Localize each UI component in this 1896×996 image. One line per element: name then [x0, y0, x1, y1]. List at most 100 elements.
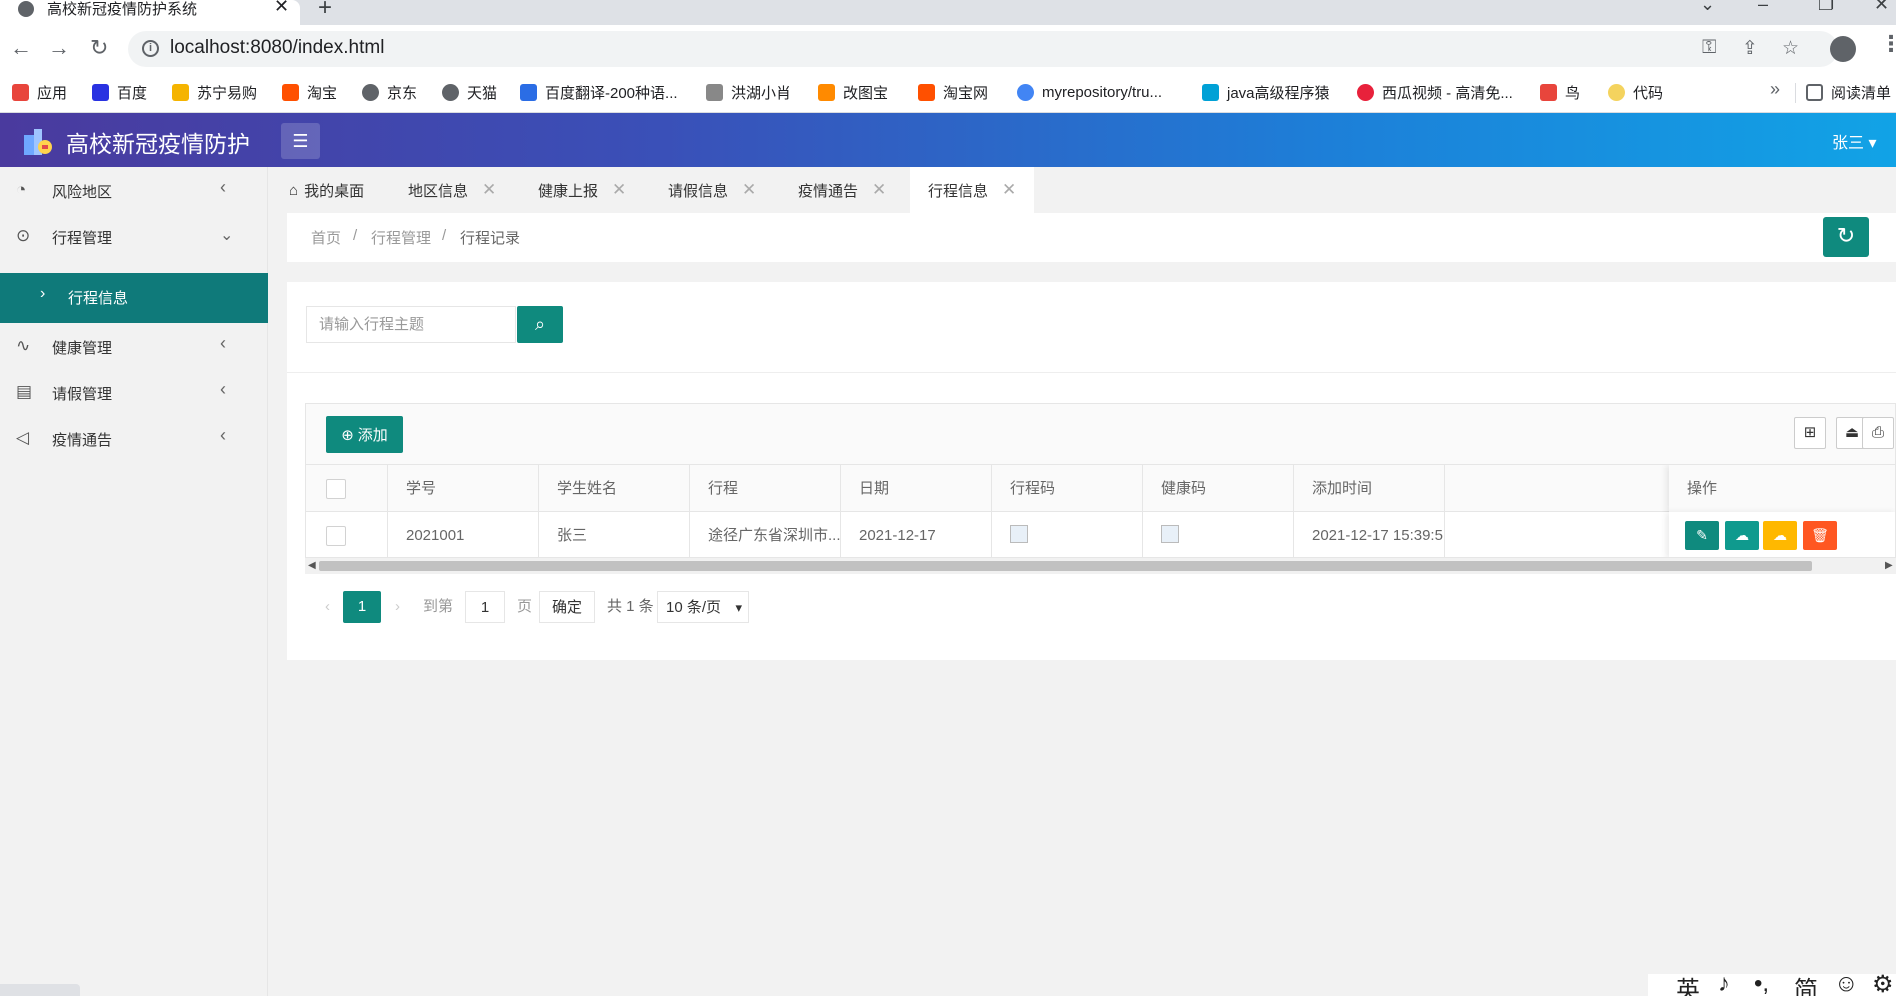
broken-image-icon [1010, 525, 1028, 544]
profile-icon[interactable] [1830, 36, 1856, 62]
sidebar-item-trip-management[interactable]: ⊙ 行程管理 ⌄ [0, 213, 268, 259]
window-close-icon[interactable]: ✕ [1874, 0, 1889, 15]
reload-icon[interactable]: ↻ [90, 35, 108, 61]
tab-desktop[interactable]: ⌂ 我的桌面 [289, 167, 364, 213]
delete-icon[interactable]: 🗑 [1803, 521, 1837, 550]
row-checkbox[interactable] [326, 526, 346, 546]
bookmark-item[interactable]: 淘宝 [282, 81, 337, 103]
sidebar-item-health-management[interactable]: ∿ 健康管理 ‹ [0, 323, 268, 369]
bookmark-item[interactable]: 鸟 [1540, 81, 1580, 103]
scroll-right-icon[interactable]: ▶ [1885, 558, 1893, 574]
cloud-upload-icon[interactable]: ☁ [1763, 521, 1797, 550]
goto-confirm-button[interactable]: 确定 [539, 591, 595, 623]
chevron-left-icon: ‹ [220, 177, 226, 197]
next-page-icon[interactable]: › [395, 591, 400, 623]
menu-toggle-button[interactable]: ☰ [281, 123, 320, 159]
ime-language[interactable]: 英 [1676, 974, 1700, 996]
bookmark-item[interactable]: 百度翻译-200种语... [520, 81, 678, 103]
new-tab-button[interactable]: + [318, 0, 332, 22]
sidebar-subitem-trip-info[interactable]: › 行程信息 [0, 273, 268, 323]
ime-settings-icon[interactable]: ⚙ [1872, 974, 1894, 996]
edit-icon[interactable]: ✎ [1685, 521, 1719, 550]
columns-filter-icon[interactable]: ⊞ [1794, 417, 1826, 449]
page-size-select[interactable]: 10 条/页 ▾ [657, 591, 749, 623]
column-header[interactable]: 行程 [690, 465, 841, 512]
column-header[interactable]: 学号 [388, 465, 539, 512]
bookmark-item[interactable]: myrepository/tru... [1017, 81, 1162, 103]
breadcrumb-home[interactable]: 首页 [311, 227, 341, 248]
add-button[interactable]: ⊕ 添加 [326, 416, 403, 453]
sidebar-item-label: 健康管理 [52, 340, 113, 357]
user-menu[interactable]: 张三 ▾ [1832, 129, 1876, 153]
bookmark-item[interactable]: java高级程序猿 [1202, 81, 1330, 103]
forward-icon[interactable]: → [48, 35, 70, 61]
close-icon[interactable]: ✕ [742, 180, 756, 200]
tab-health-report[interactable]: 健康上报 ✕ [538, 167, 626, 213]
share-icon[interactable]: ⇪ [1742, 37, 1758, 60]
back-icon[interactable]: ← [10, 35, 32, 61]
reading-list-button[interactable]: 阅读清单 [1806, 81, 1891, 103]
breadcrumb-section[interactable]: 行程管理 [371, 227, 431, 248]
tab-search-icon[interactable]: ⌄ [1700, 0, 1715, 15]
sidebar-item-risk-area[interactable]: ◔ 风险地区 ‹ [0, 167, 268, 213]
browser-menu-icon[interactable]: ⋮ [1880, 31, 1896, 57]
ime-simplified[interactable]: 简 [1794, 974, 1818, 996]
tab-trip-info[interactable]: 行程信息 ✕ [910, 167, 1035, 213]
baidu-icon [92, 83, 109, 101]
gaitubao-icon [818, 83, 835, 101]
tab-leave-info[interactable]: 请假信息 ✕ [668, 167, 756, 213]
select-all-checkbox[interactable] [326, 479, 346, 499]
restore-icon[interactable]: ❐ [1818, 0, 1834, 15]
refresh-icon: ↻ [1836, 223, 1856, 248]
close-tab-icon[interactable]: ✕ [274, 0, 289, 17]
table-row[interactable]: 2021001 张三 途径广东省深圳市... 2021-12-17 2021-1… [306, 512, 1895, 557]
bookmark-item[interactable]: 改图宝 [818, 81, 888, 103]
column-header[interactable]: 健康码 [1143, 465, 1294, 512]
close-icon[interactable]: ✕ [482, 180, 496, 200]
column-header[interactable]: 日期 [841, 465, 992, 512]
column-header[interactable]: 学生姓名 [539, 465, 690, 512]
cloud-upload-icon[interactable]: ☁ [1725, 521, 1759, 550]
column-header: 操作 [1687, 480, 1718, 497]
tab-epidemic-notice[interactable]: 疫情通告 ✕ [798, 167, 886, 213]
ime-sound-icon[interactable]: ♪ [1718, 974, 1730, 996]
minimize-icon[interactable]: – [1758, 0, 1768, 15]
omnibox[interactable]: i localhost:8080/index.html ⚿ ⇪ ☆ [128, 31, 1838, 67]
search-button[interactable]: ⌕ [517, 306, 563, 343]
scrollbar-thumb[interactable] [319, 561, 1812, 571]
bookmark-item[interactable]: 京东 [362, 81, 417, 103]
print-icon[interactable]: ⎙ [1862, 417, 1894, 449]
column-header[interactable]: 行程码 [992, 465, 1143, 512]
ime-punct-icon[interactable]: •, [1754, 974, 1769, 996]
sidebar-item-epidemic-notice[interactable]: ◁ 疫情通告 ‹ [0, 415, 268, 461]
bookmark-item[interactable]: 苏宁易购 [172, 81, 257, 103]
goto-page-input[interactable]: 1 [465, 591, 505, 623]
close-icon[interactable]: ✕ [612, 180, 626, 200]
scroll-left-icon[interactable]: ◀ [308, 558, 316, 574]
url-text[interactable]: localhost:8080/index.html [170, 37, 384, 59]
bookmark-item[interactable]: 淘宝网 [918, 81, 988, 103]
horizontal-scrollbar[interactable]: ◀ ▶ [305, 558, 1896, 574]
info-icon[interactable]: i [142, 40, 159, 57]
browser-tab[interactable]: 高校新冠疫情防护系统 ✕ [0, 0, 300, 25]
prev-page-icon[interactable]: ‹ [325, 591, 330, 623]
refresh-button[interactable]: ↻ [1823, 217, 1869, 257]
close-icon[interactable]: ✕ [872, 180, 886, 200]
close-icon[interactable]: ✕ [1002, 180, 1016, 200]
search-input[interactable] [306, 306, 516, 343]
bookmark-item[interactable]: 代码 [1608, 81, 1663, 103]
bookmark-item[interactable]: 应用 [12, 81, 67, 103]
key-icon[interactable]: ⚿ [1702, 37, 1716, 59]
bookmark-item[interactable]: 天猫 [442, 81, 497, 103]
tab-region-info[interactable]: 地区信息 ✕ [408, 167, 496, 213]
ime-emoji-icon[interactable]: ☺ [1834, 974, 1859, 996]
star-icon[interactable]: ☆ [1782, 37, 1799, 60]
column-header[interactable]: 添加时间 [1294, 465, 1445, 512]
sidebar-item-leave-management[interactable]: ▤ 请假管理 ‹ [0, 369, 268, 415]
breadcrumb-separator: / [353, 227, 358, 244]
page-current[interactable]: 1 [343, 591, 381, 623]
bookmarks-more-icon[interactable]: » [1770, 79, 1780, 100]
bookmark-item[interactable]: 百度 [92, 81, 147, 103]
bookmark-item[interactable]: 西瓜视频 - 高清免... [1357, 81, 1513, 103]
bookmark-item[interactable]: 洪湖小肖 [706, 81, 791, 103]
